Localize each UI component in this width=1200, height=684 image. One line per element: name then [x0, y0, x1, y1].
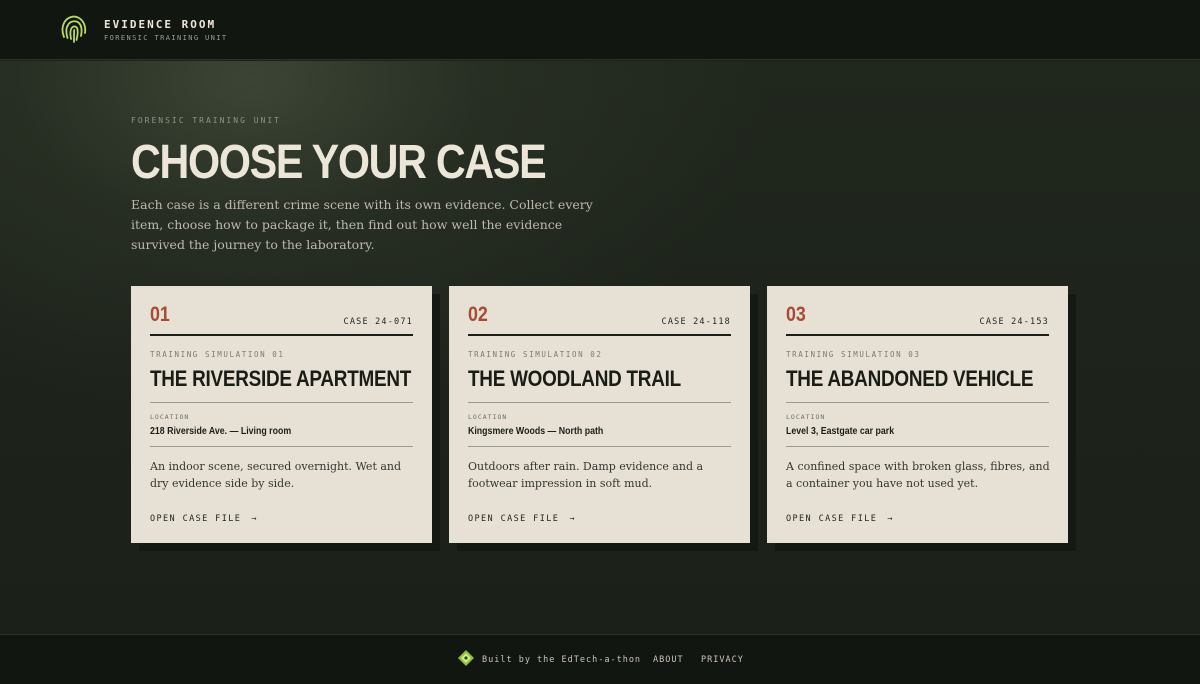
case-code: CASE 24-153 [979, 317, 1049, 327]
card-divider [786, 402, 1049, 403]
open-case-file-link[interactable]: OPEN CASE FILE → [468, 514, 576, 524]
card-header-divider [786, 334, 1049, 336]
page-title: CHOOSE YOUR CASE [131, 136, 547, 189]
simulation-label: TRAINING SIMULATION 03 [786, 350, 921, 359]
location-label: LOCATION [786, 413, 826, 421]
footer-about-link[interactable]: ABOUT [653, 655, 684, 665]
arrow-right-icon: → [569, 514, 576, 524]
card-divider [150, 446, 413, 447]
case-number: 02 [468, 303, 488, 326]
card-divider [468, 446, 731, 447]
open-case-file-label: OPEN CASE FILE [468, 514, 560, 524]
simulation-label: TRAINING SIMULATION 01 [150, 350, 285, 359]
card-divider [468, 402, 731, 403]
case-description: A confined space with broken glass, fibr… [786, 460, 1050, 490]
diamond-logo-icon [458, 650, 474, 666]
card-divider [150, 402, 413, 403]
arrow-right-icon: → [887, 514, 894, 524]
case-title: THE ABANDONED VEHICLE [786, 366, 1034, 391]
case-card-woodland-trail[interactable]: 02 CASE 24-118 TRAINING SIMULATION 02 TH… [449, 286, 750, 543]
footer-privacy-link[interactable]: PRIVACY [701, 655, 744, 665]
case-description: Outdoors after rain. Damp evidence and a… [468, 460, 704, 490]
case-card-riverside-apartment[interactable]: 01 CASE 24-071 TRAINING SIMULATION 01 TH… [131, 286, 432, 543]
case-code: CASE 24-118 [661, 317, 731, 327]
open-case-file-label: OPEN CASE FILE [150, 514, 242, 524]
case-card-abandoned-vehicle[interactable]: 03 CASE 24-153 TRAINING SIMULATION 03 TH… [767, 286, 1068, 543]
footer: Built by the EdTech-a-thon ABOUT PRIVACY [0, 634, 1200, 684]
location-value: Level 3, Eastgate car park [786, 426, 895, 437]
open-case-file-link[interactable]: OPEN CASE FILE → [786, 514, 894, 524]
main-content: FORENSIC TRAINING UNIT CHOOSE YOUR CASE … [0, 61, 1200, 634]
brand-subtitle: FORENSIC TRAINING UNIT [104, 34, 228, 42]
case-number: 01 [150, 303, 170, 326]
brand-title[interactable]: EVIDENCE ROOM [104, 18, 216, 31]
open-case-file-label: OPEN CASE FILE [786, 514, 878, 524]
case-title: THE RIVERSIDE APARTMENT [150, 366, 412, 391]
fingerprint-icon[interactable] [60, 13, 88, 45]
location-value: 218 Riverside Ave. — Living room [150, 426, 292, 437]
hero-description: Each case is a different crime scene wit… [131, 197, 593, 252]
location-label: LOCATION [468, 413, 508, 421]
case-code: CASE 24-071 [343, 317, 413, 327]
location-value: Kingsmere Woods — North path [468, 426, 604, 437]
card-header-divider [468, 334, 731, 336]
card-divider [786, 446, 1049, 447]
case-description: An indoor scene, secured overnight. Wet … [150, 460, 402, 490]
location-label: LOCATION [150, 413, 190, 421]
hero-eyebrow: FORENSIC TRAINING UNIT [131, 116, 281, 125]
top-bar: EVIDENCE ROOM FORENSIC TRAINING UNIT [0, 0, 1200, 60]
footer-credit-link[interactable]: Built by the EdTech-a-thon [482, 655, 641, 665]
case-number: 03 [786, 303, 806, 326]
simulation-label: TRAINING SIMULATION 02 [468, 350, 603, 359]
case-title: THE WOODLAND TRAIL [468, 366, 681, 391]
arrow-right-icon: → [251, 514, 258, 524]
open-case-file-link[interactable]: OPEN CASE FILE → [150, 514, 258, 524]
card-header-divider [150, 334, 413, 336]
